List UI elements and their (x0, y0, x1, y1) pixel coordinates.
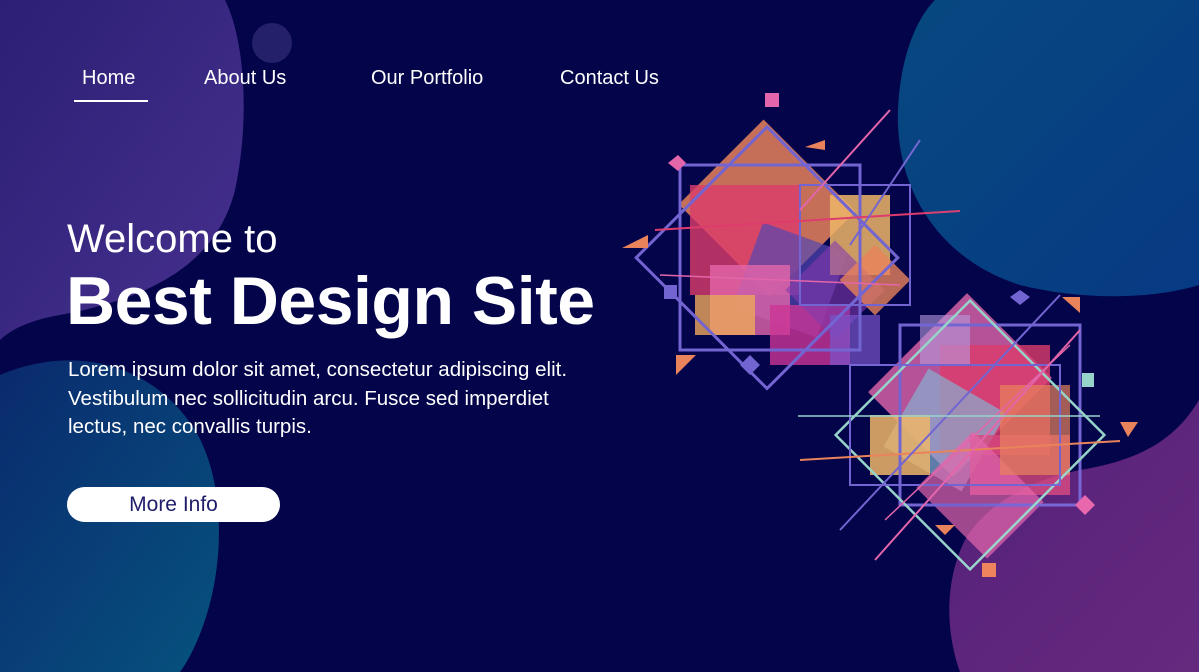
geometric-art-illustration (622, 93, 1138, 577)
nav-item-about-us[interactable]: About Us (204, 67, 286, 90)
hero-title: Best Design Site (66, 263, 595, 339)
hero-welcome-text: Welcome to (67, 217, 278, 261)
landing-page: Home About Us Our Portfolio Contact Us W… (0, 0, 1199, 672)
art-cluster-upper (622, 93, 961, 391)
nav-active-underline (74, 100, 148, 102)
nav-item-home[interactable]: Home (82, 67, 135, 90)
more-info-button[interactable]: More Info (67, 487, 280, 522)
nav-item-our-portfolio[interactable]: Our Portfolio (371, 67, 483, 90)
hero-description: Lorem ipsum dolor sit amet, consectetur … (68, 358, 568, 438)
